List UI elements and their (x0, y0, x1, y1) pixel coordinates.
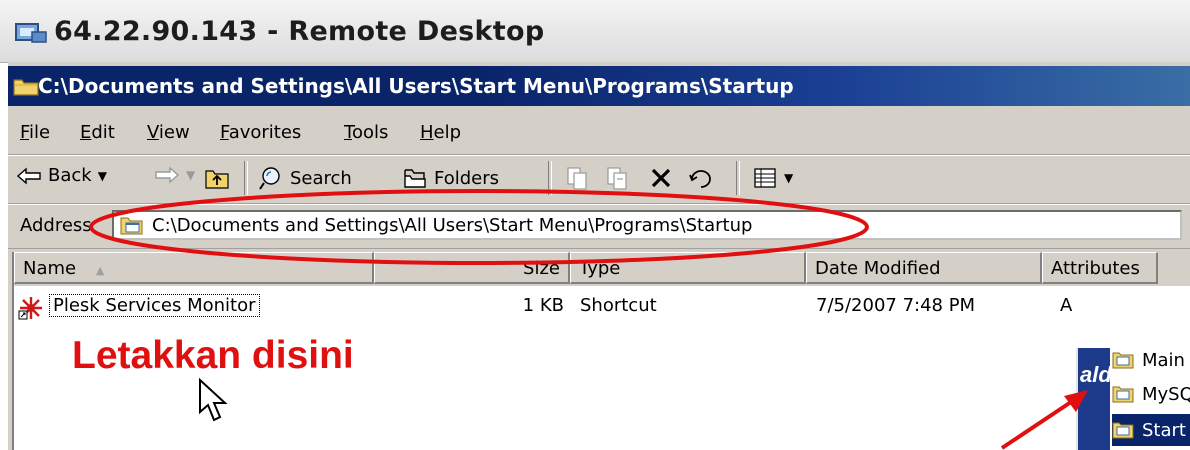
remote-desktop-icon (15, 23, 47, 43)
column-attributes[interactable]: Attributes (1042, 252, 1158, 284)
inset-item-label: Main (1142, 349, 1185, 371)
inset-item-mysql[interactable]: MySQ (1112, 378, 1190, 410)
back-button[interactable]: Back ▼ (16, 165, 107, 186)
explorer-titlebar[interactable]: C:\Documents and Settings\All Users\Star… (8, 66, 1190, 106)
back-arrow-icon (16, 166, 41, 185)
pointer-arrow-icon (1000, 390, 1088, 450)
row-type: Shortcut (580, 295, 657, 316)
forward-arrow-icon (155, 166, 180, 184)
programs-folder-icon (1112, 352, 1134, 369)
row-date-modified: 7/5/2007 7:48 PM (816, 295, 976, 316)
menu-bar: File Edit View Favorites Tools Help (8, 112, 1190, 155)
folder-icon (13, 79, 39, 96)
forward-button[interactable]: ▼ (154, 165, 195, 185)
inset-item-startup[interactable]: Start (1112, 414, 1190, 446)
table-row[interactable]: Plesk Services Monitor 1 KB Shortcut 7/5… (14, 292, 1190, 322)
menu-help[interactable]: Help (420, 122, 461, 143)
row-size: 1 KB (522, 295, 564, 316)
remote-desktop-title: 64.22.90.143 - Remote Desktop (54, 16, 545, 47)
annotation-text: Letakkan disini (72, 334, 354, 377)
forward-dropdown-icon[interactable]: ▼ (186, 168, 195, 182)
start-menu-strip-text: ald (1080, 362, 1112, 387)
row-name[interactable]: Plesk Services Monitor (49, 294, 260, 317)
explorer-title: C:\Documents and Settings\All Users\Star… (38, 74, 794, 98)
mouse-cursor-icon (199, 378, 228, 422)
start-menu-inset: ald Main MySQ Start (1076, 348, 1190, 450)
remote-desktop-titlebar[interactable]: 64.22.90.143 - Remote Desktop (0, 0, 1190, 63)
menu-edit[interactable]: Edit (80, 122, 115, 143)
menu-tools[interactable]: Tools (344, 122, 388, 143)
inset-item-main[interactable]: Main (1112, 348, 1190, 376)
inset-item-label: Start (1142, 419, 1186, 441)
row-attributes: A (1060, 295, 1073, 316)
inset-item-label: MySQ (1142, 383, 1190, 405)
address-label: Address (20, 215, 92, 236)
menu-file[interactable]: File (20, 122, 50, 143)
back-dropdown-icon[interactable]: ▼ (98, 169, 107, 183)
highlight-ellipse (89, 189, 869, 265)
menu-view[interactable]: View (147, 122, 190, 143)
plesk-monitor-icon (18, 297, 42, 320)
back-label: Back (48, 165, 92, 186)
menu-favorites[interactable]: Favorites (220, 122, 301, 143)
column-name-label: Name (23, 258, 77, 279)
views-dropdown-icon[interactable]: ▼ (784, 171, 793, 185)
programs-folder-icon (1112, 386, 1134, 403)
programs-folder-icon (1112, 422, 1134, 439)
